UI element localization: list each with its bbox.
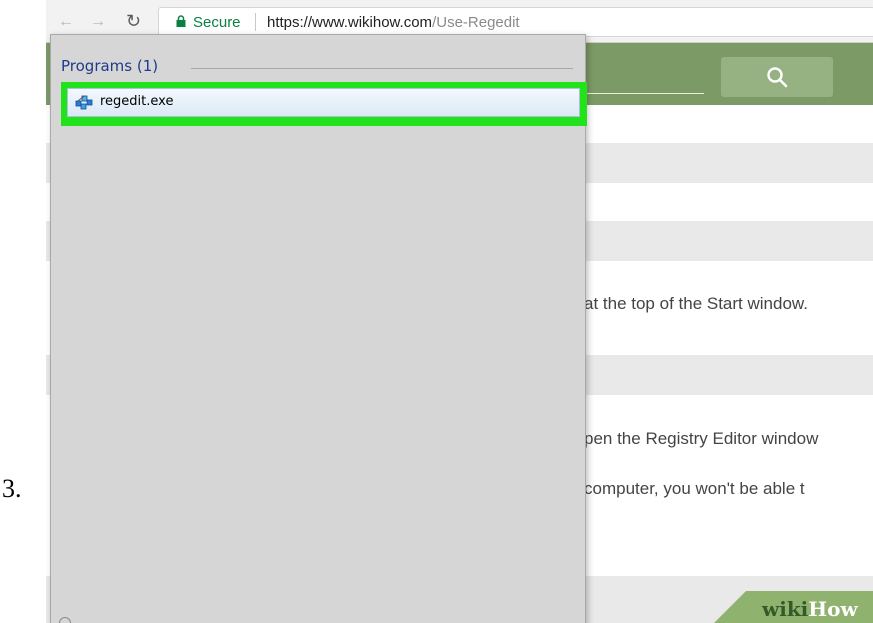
programs-section-header: Programs (1) [61,57,159,75]
url-text: https://www.wikihow.com/Use-Regedit [267,14,520,31]
regedit-icon [75,95,93,110]
url-path: /Use-Regedit [432,14,520,31]
page-text-line: at the top of the Start window. [584,294,808,313]
logo-how: How [808,597,858,621]
see-more-icon [59,617,71,623]
result-label: regedit.exe [100,94,174,109]
reload-icon[interactable]: ↻ [126,12,141,30]
url-field[interactable]: Secure https://www.wikihow.com/Use-Reged… [158,7,873,37]
forward-arrow-icon[interactable]: → [90,14,106,30]
result-highlight-box: regedit.exe [61,82,587,126]
step-number: 3. [2,474,22,503]
secure-label: Secure [193,14,241,31]
url-separator [255,13,256,31]
section-divider [191,68,573,69]
screenshot: ← → ↻ Secure https://www.wikihow.com/Use… [46,0,873,623]
logo-wiki: wiki [762,597,809,621]
search-result-regedit[interactable]: regedit.exe [67,88,580,117]
page-text-line: computer, you won't be able t [584,479,805,498]
page-text-line: pen the Registry Editor window [584,429,819,448]
lock-icon [176,15,186,27]
url-host: https://www.wikihow.com [267,14,433,31]
start-menu-panel: Programs (1) regedit.exe [50,34,587,623]
back-arrow-icon[interactable]: ← [58,14,74,30]
search-button[interactable] [721,57,833,97]
search-icon [767,67,788,88]
see-more-results-link[interactable] [59,615,209,623]
